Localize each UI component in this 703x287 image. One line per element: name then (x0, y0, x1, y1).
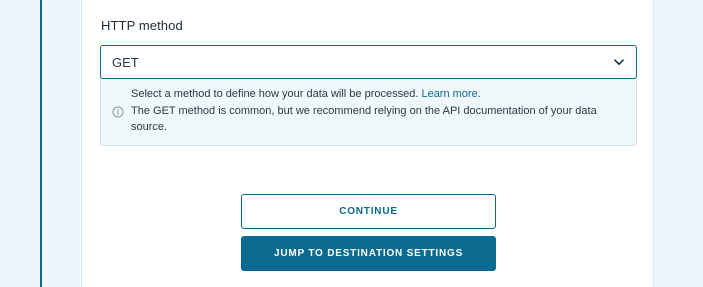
page-background: HTTP method GET Select a method to defin… (0, 0, 703, 287)
help-text-line-1: Select a method to define how your data … (131, 86, 481, 102)
continue-button[interactable]: CONTINUE (241, 194, 496, 229)
http-method-select[interactable]: GET (100, 45, 637, 79)
jump-to-destination-settings-button[interactable]: JUMP TO DESTINATION SETTINGS (241, 236, 496, 271)
info-icon (112, 105, 124, 118)
http-method-label: HTTP method (101, 18, 183, 33)
help-text-line-2: The GET method is common, but we recomme… (131, 105, 597, 133)
help-text-intro: Select a method to define how your data … (131, 88, 422, 100)
learn-more-link[interactable]: Learn more. (421, 88, 480, 100)
http-method-selected-value: GET (112, 54, 139, 70)
chevron-down-icon[interactable] (612, 55, 626, 69)
http-method-help: Select a method to define how your data … (100, 78, 637, 146)
left-rail-divider (40, 0, 42, 287)
configuration-card: HTTP method GET Select a method to defin… (81, 0, 654, 287)
